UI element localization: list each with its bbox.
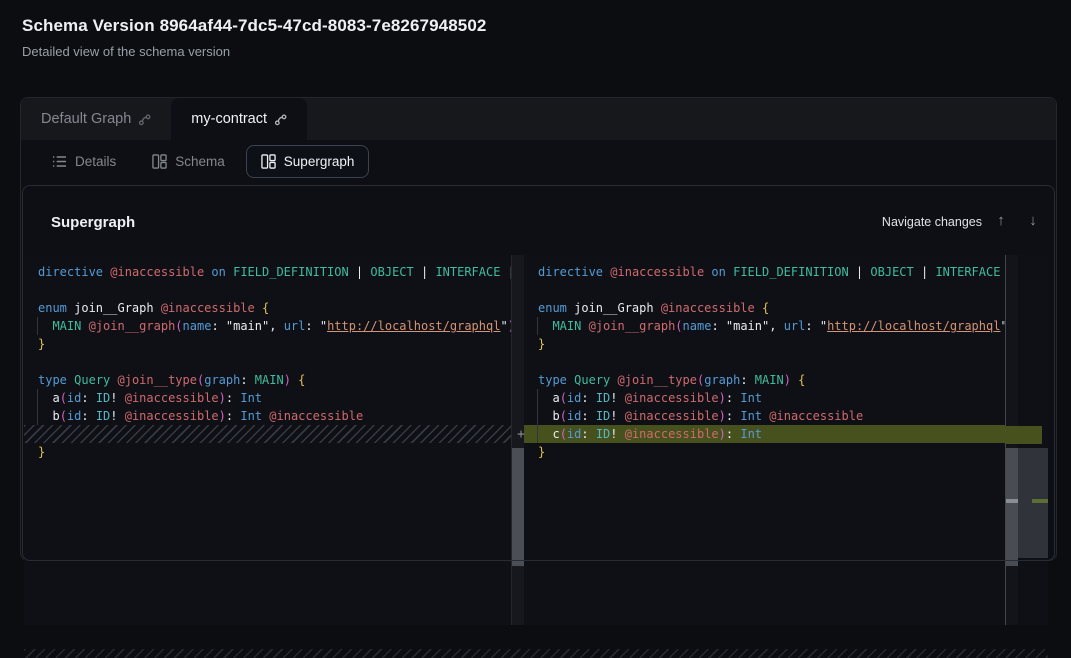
code-line[interactable]: b(id: ID! @inaccessible): Int @inaccessi…: [38, 407, 511, 425]
panels-icon: [152, 154, 167, 169]
code-line[interactable]: }: [538, 335, 1005, 353]
arrow-up-icon: ↑: [997, 212, 1005, 229]
diff-right-pane[interactable]: directive @inaccessible on FIELD_DEFINIT…: [524, 255, 1005, 625]
variant-fork-icon: [138, 113, 151, 126]
clipped-diff-hatch-strip: [24, 649, 1048, 658]
subtab-supergraph[interactable]: Supergraph: [246, 145, 370, 178]
schema-version-page: Schema Version 8964af44-7dc5-47cd-8083-7…: [0, 0, 1071, 658]
tab-label: my-contract: [191, 111, 267, 127]
variant-fork-icon: [274, 113, 287, 126]
schema-diff-editor: directive @inaccessible on FIELD_DEFINIT…: [24, 255, 1048, 625]
navigate-next-change-button[interactable]: ↓: [1022, 210, 1044, 232]
code-line[interactable]: [538, 281, 1005, 299]
code-line[interactable]: type Query @join__type(graph: MAIN) {: [538, 371, 1005, 389]
code-line[interactable]: }: [38, 443, 511, 461]
code-line[interactable]: [38, 281, 511, 299]
navigate-previous-change-button[interactable]: ↑: [990, 210, 1012, 232]
tab-default-graph[interactable]: Default Graph: [21, 98, 171, 140]
page-subtitle: Detailed view of the schema version: [22, 44, 230, 59]
subtab-schema[interactable]: Schema: [137, 145, 240, 178]
code-line[interactable]: [38, 353, 511, 371]
diff-left-code: directive @inaccessible on FIELD_DEFINIT…: [24, 255, 511, 461]
code-line[interactable]: enum join__Graph @inaccessible {: [38, 299, 511, 317]
code-line[interactable]: a(id: ID! @inaccessible): Int: [38, 389, 511, 407]
panel-title: Supergraph: [51, 214, 135, 231]
code-line[interactable]: }: [538, 443, 1005, 461]
view-subtabs: Details Schema: [21, 140, 1056, 182]
code-line[interactable]: MAIN @join__graph(name: "main", url: "ht…: [38, 317, 511, 335]
code-line[interactable]: MAIN @join__graph(name: "main", url: "ht…: [538, 317, 1005, 335]
subtab-label: Supergraph: [284, 154, 355, 169]
overview-viewport-slider[interactable]: [1018, 448, 1048, 558]
code-line[interactable]: c(id: ID! @inaccessible): Int: [524, 425, 1005, 443]
added-line-marker: +: [513, 426, 529, 444]
page-title: Schema Version 8964af44-7dc5-47cd-8083-7…: [22, 16, 486, 36]
subtab-label: Details: [75, 154, 116, 169]
panels-icon: [261, 154, 276, 169]
added-line-highlight-extension: [1005, 426, 1042, 444]
navigate-changes-label: Navigate changes: [882, 215, 982, 229]
code-line[interactable]: type Query @join__type(graph: MAIN) {: [38, 371, 511, 389]
code-line[interactable]: directive @inaccessible on FIELD_DEFINIT…: [38, 263, 511, 281]
diff-right-code: directive @inaccessible on FIELD_DEFINIT…: [524, 255, 1005, 461]
code-line[interactable]: enum join__Graph @inaccessible {: [538, 299, 1005, 317]
subtab-details[interactable]: Details: [37, 145, 131, 178]
code-line[interactable]: [538, 353, 1005, 371]
diff-left-pane[interactable]: directive @inaccessible on FIELD_DEFINIT…: [24, 255, 511, 625]
tab-my-contract[interactable]: my-contract: [171, 98, 307, 140]
variant-tabstrip: Default Graph my-contract: [21, 98, 1056, 140]
subtab-label: Schema: [175, 154, 225, 169]
list-icon: [52, 155, 67, 168]
arrow-down-icon: ↓: [1029, 212, 1037, 229]
code-line[interactable]: directive @inaccessible on FIELD_DEFINIT…: [538, 263, 1005, 281]
code-line[interactable]: }: [38, 335, 511, 353]
tab-label: Default Graph: [41, 111, 131, 127]
code-line[interactable]: a(id: ID! @inaccessible): Int: [538, 389, 1005, 407]
diff-placeholder-line[interactable]: [24, 425, 511, 443]
code-line[interactable]: b(id: ID! @inaccessible): Int @inaccessi…: [538, 407, 1005, 425]
overview-added-mark: [1032, 499, 1048, 503]
